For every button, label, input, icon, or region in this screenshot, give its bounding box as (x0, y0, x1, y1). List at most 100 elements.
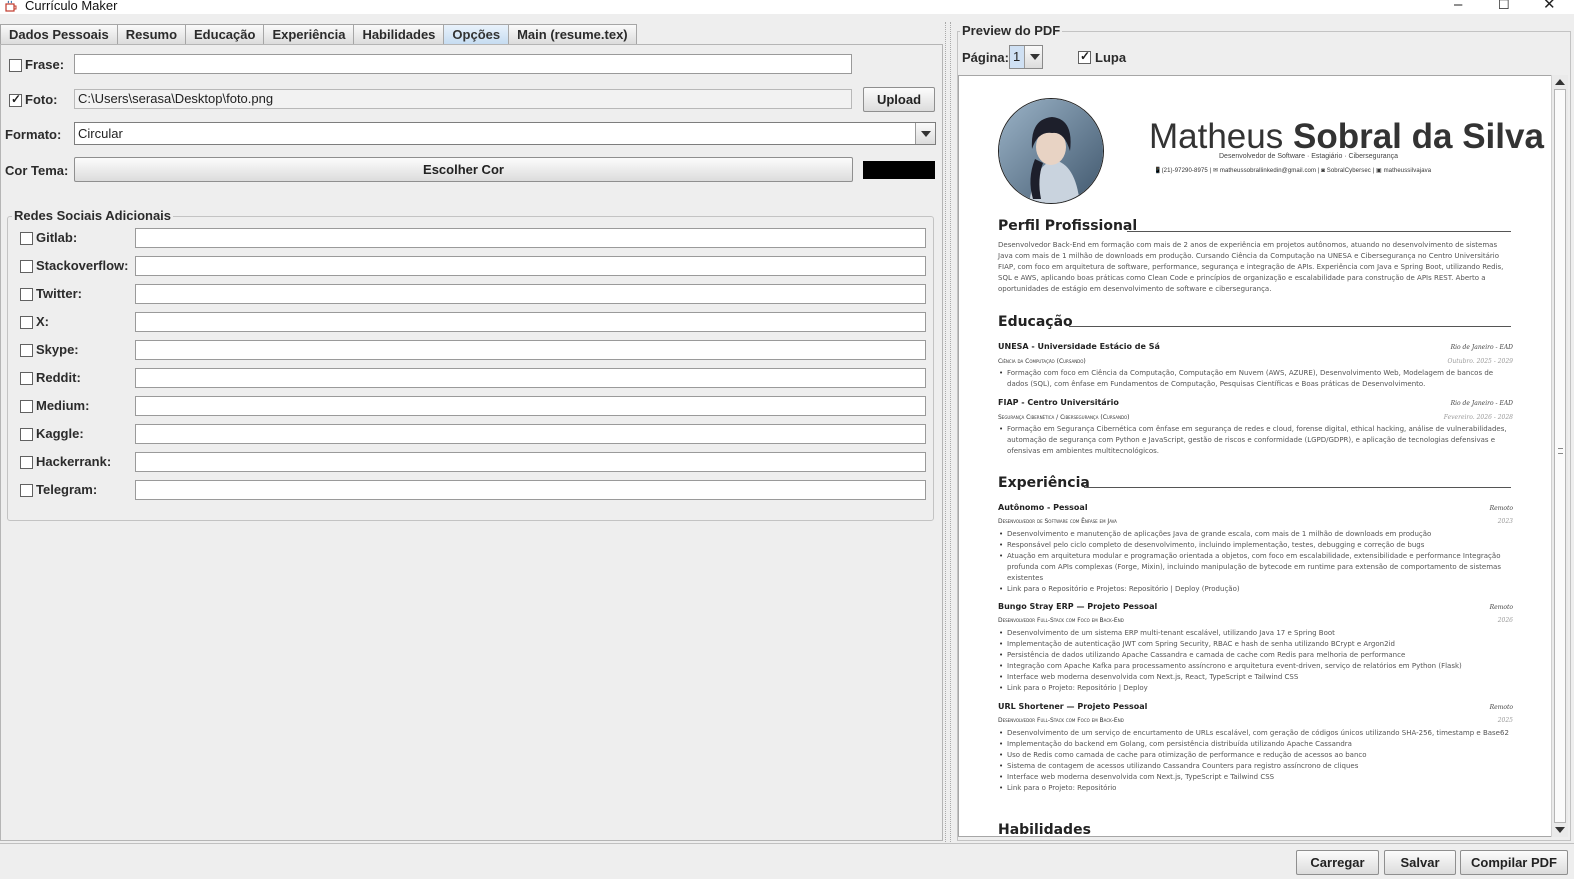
list-item: Interface web moderna desenvolvida com N… (999, 772, 1514, 783)
resume-first-name: Matheus (1149, 117, 1284, 156)
resume-subtitle: Desenvolvedor de Software · Estagiário ·… (1219, 153, 1398, 160)
section-rule (1069, 326, 1511, 327)
exp-place: Remoto (1489, 704, 1513, 711)
section-experiencia: Experiência (998, 475, 1090, 491)
scroll-down-icon[interactable] (1555, 827, 1565, 833)
options-panel: Frase: Foto: C:\Users\serasa\Desktop\fot… (0, 44, 943, 841)
chevron-down-icon[interactable] (1024, 46, 1042, 68)
social-input[interactable] (135, 452, 926, 472)
social-checkbox[interactable] (20, 456, 33, 469)
edu-place: Rio de Janeiro - EAD (1450, 344, 1513, 351)
social-input[interactable] (135, 424, 926, 444)
tab-experiencia[interactable]: Experiência (263, 24, 355, 44)
exp-role: Desenvolvedor de Software com Ênfase em … (998, 518, 1117, 525)
tab-resumo[interactable]: Resumo (116, 24, 187, 44)
frase-input[interactable] (74, 54, 852, 74)
list-item: Implementação de autenticação JWT com Sp… (999, 639, 1514, 650)
preview-scrollbar[interactable] (1551, 75, 1568, 837)
cor-tema-label: Cor Tema: (5, 163, 69, 178)
list-item: Responsável pelo ciclo completo de desen… (999, 540, 1514, 551)
salvar-button[interactable]: Salvar (1384, 850, 1456, 875)
social-input[interactable] (135, 340, 926, 360)
social-checkbox[interactable] (20, 344, 33, 357)
social-checkbox[interactable] (20, 400, 33, 413)
list-item: Link para o Repositório e Projetos: Repo… (999, 584, 1514, 595)
social-checkbox[interactable] (20, 232, 33, 245)
lupa-checkbox[interactable] (1078, 49, 1091, 64)
foto-checkbox[interactable] (9, 92, 22, 107)
tab-educacao[interactable]: Educação (185, 24, 265, 44)
tab-habilidades[interactable]: Habilidades (353, 24, 445, 44)
section-educacao: Educação (998, 314, 1073, 330)
formato-select[interactable]: Circular (74, 122, 936, 145)
edu-period: Fevereiro. 2026 - 2028 (1443, 414, 1513, 421)
social-label: Telegram: (36, 482, 98, 497)
list-item: Desenvolvimento de um serviço de encurta… (999, 728, 1514, 739)
resume-contact: 📱(21)-97290-8975 | ✉ matheussobrallinked… (1154, 168, 1432, 174)
social-input[interactable] (135, 228, 926, 248)
social-label: Hackerrank: (36, 454, 112, 469)
social-checkbox[interactable] (20, 316, 33, 329)
chevron-down-icon[interactable] (915, 123, 935, 144)
list-item: Implementação do backend em Golang, com … (999, 739, 1514, 750)
frase-checkbox[interactable] (9, 59, 22, 72)
social-input[interactable] (135, 284, 926, 304)
lupa-label: Lupa (1095, 50, 1127, 65)
exp-bullets: Desenvolvimento de um sistema ERP multi-… (998, 628, 1514, 694)
formato-selected-value: Circular (78, 126, 123, 141)
exp-year: 2025 (1497, 717, 1513, 724)
java-cup-icon (5, 0, 17, 12)
formato-label: Formato: (5, 127, 62, 142)
edu-school: FIAP - Centro Universitário (998, 398, 1119, 407)
social-checkbox[interactable] (20, 260, 33, 273)
list-item: Sistema de contagem de acessos utilizand… (999, 761, 1514, 772)
section-rule (1127, 231, 1511, 232)
escolher-cor-button[interactable]: Escolher Cor (74, 157, 853, 182)
social-input[interactable] (135, 480, 926, 500)
bottom-toolbar: Carregar Salvar Compilar PDF (0, 843, 1574, 879)
editor-pane: Dados Pessoais Resumo Educação Experiênc… (0, 14, 943, 841)
social-label: X: (36, 314, 49, 329)
social-input[interactable] (135, 396, 926, 416)
social-checkbox[interactable] (20, 484, 33, 497)
tab-main-resume[interactable]: Main (resume.tex) (508, 24, 637, 44)
social-checkbox[interactable] (20, 288, 33, 301)
exp-role: Desenvolvedor Full-Stack com Foco em Bac… (998, 717, 1124, 724)
compilar-pdf-button[interactable]: Compilar PDF (1460, 850, 1568, 875)
social-group-title: Redes Sociais Adicionais (12, 208, 174, 224)
social-input[interactable] (135, 368, 926, 388)
foto-label: Foto: (25, 92, 58, 107)
tab-opcoes[interactable]: Opções (443, 24, 510, 44)
social-input[interactable] (135, 256, 926, 276)
social-checkbox[interactable] (20, 372, 33, 385)
social-input[interactable] (135, 312, 926, 332)
exp-year: 2023 (1497, 518, 1513, 525)
tab-bar: Dados Pessoais Resumo Educação Experiênc… (0, 24, 637, 44)
list-item: Link para o Projeto: Repositório | Deplo… (999, 683, 1514, 694)
maximize-button[interactable]: ☐ (1498, 0, 1510, 13)
list-item: Formação com foco em Ciência da Computaç… (999, 368, 1514, 390)
section-perfil: Perfil Profissional (998, 218, 1138, 234)
exp-title: Autônomo - Pessoal (998, 503, 1088, 512)
pdf-preview-page[interactable]: Matheus Sobral da Silva Desenvolvedor de… (958, 75, 1552, 837)
scrollbar-thumb[interactable] (1554, 89, 1566, 823)
perfil-text: Desenvolvedor Back-End em formação com m… (998, 241, 1504, 293)
page-selected-value: 1 (1013, 49, 1021, 64)
social-label: Stackoverflow: (36, 258, 129, 273)
close-button[interactable]: ✕ (1543, 0, 1556, 13)
tab-dados-pessoais[interactable]: Dados Pessoais (0, 24, 118, 44)
section-rule (1084, 487, 1511, 488)
carregar-button[interactable]: Carregar (1296, 850, 1379, 875)
social-checkbox[interactable] (20, 428, 33, 441)
scroll-up-icon[interactable] (1555, 79, 1565, 85)
exp-role: Desenvolvedor Full-Stack com Foco em Bac… (998, 617, 1124, 624)
preview-pane: Preview do PDF Página: 1 Lupa Matheus So… (951, 14, 1574, 841)
list-item: Uso de Redis como camada de cache para o… (999, 750, 1514, 761)
foto-path-field: C:\Users\serasa\Desktop\foto.png (74, 89, 852, 109)
social-label: Kaggle: (36, 426, 84, 441)
theme-color-swatch (863, 161, 935, 179)
minimize-button[interactable]: – (1454, 0, 1462, 13)
upload-button[interactable]: Upload (863, 87, 935, 112)
list-item: Formação em Segurança Cibernética com ên… (999, 424, 1514, 457)
page-select[interactable]: 1 (1009, 45, 1043, 69)
